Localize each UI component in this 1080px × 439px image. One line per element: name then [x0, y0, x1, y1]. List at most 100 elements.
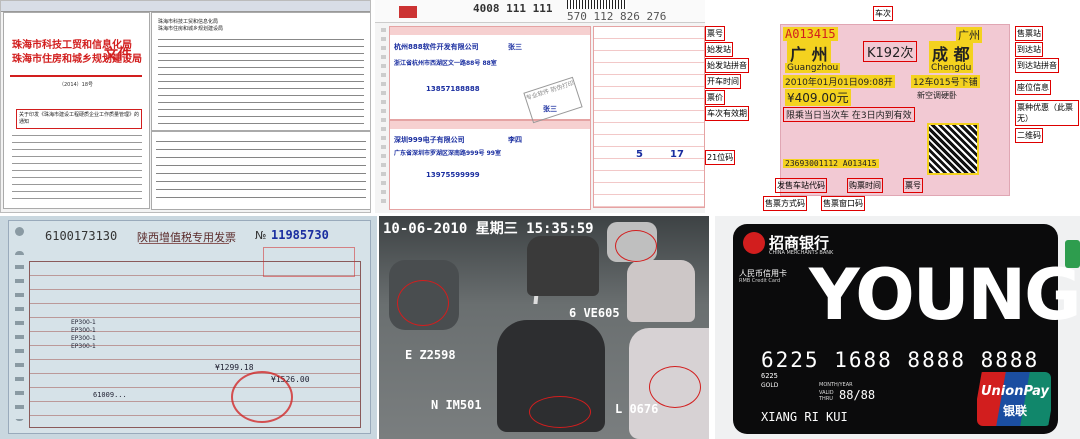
- tracking-number: 570 112 826 276: [567, 10, 667, 23]
- side-tab-icon: [1065, 240, 1080, 268]
- invoice-row: EP300-1: [71, 319, 96, 326]
- invoice-code: 6100173130: [45, 229, 118, 243]
- receiver-address: 广东省深圳市罗湖区深南路999号 99室: [394, 150, 501, 157]
- card-small-number: 6225: [761, 372, 778, 380]
- card-number: 6225 1688 8888 8888: [761, 348, 1040, 372]
- sender-phone: 13857188888: [426, 85, 480, 93]
- bank-logo-icon: [743, 232, 765, 254]
- car-white: [627, 260, 695, 322]
- callout-seat: 座位信息: [1015, 80, 1051, 95]
- log-lines: [156, 136, 366, 204]
- unionpay-logo: UnionPay 银联: [977, 372, 1051, 426]
- invoice-paper: 6100173130 陕西增值税专用发票 № 11985730 EP300-1 …: [8, 220, 371, 434]
- ticket-price: ¥409.00元: [785, 89, 851, 106]
- log-panel: [151, 131, 370, 210]
- callout-to: 到达站: [1015, 42, 1043, 57]
- waybill-header: 4008 111 111 570 112 826 276: [375, 0, 709, 23]
- seat-info: 12车015号下铺: [911, 75, 980, 88]
- callout-ticket-no-2: 票号: [903, 178, 923, 193]
- doc-subject: 关于印发《珠海市建设工程硬质企业工作质量管理》的通知: [16, 109, 142, 129]
- sender-address: 浙江省杭州市西湖区文一路88号 88室: [394, 60, 497, 67]
- sender-name: 张三: [508, 43, 522, 51]
- document-page-right: 珠海市科技工贸和信息化局 珠海市住房和城乡规划建设局: [151, 12, 370, 131]
- receiver-company: 深圳999电子有限公司: [394, 136, 465, 144]
- callout-price: 票价: [705, 90, 725, 105]
- callout-ticket-no: 票号: [705, 26, 725, 41]
- card-gold: GOLD: [761, 382, 779, 389]
- callout-from: 始发站: [705, 42, 733, 57]
- valid-thru-label: VALID THRU: [819, 390, 834, 402]
- punch-hole-icon: [15, 227, 24, 236]
- doc-header-line: 珠海市住房和城乡规划建设局: [158, 26, 224, 32]
- logo-icon: [399, 6, 417, 18]
- amount: ¥1299.18: [215, 363, 254, 372]
- perforation-left: [15, 251, 24, 421]
- callout-station-code: 发售车站代码: [775, 178, 827, 193]
- bank-card-panel: 招商银行 CHINA MERCHANTS BANK 人民币信用卡 RMB Cre…: [715, 216, 1080, 439]
- doc-header-line: 珠海市科技工贸和信息化局: [158, 19, 219, 25]
- document-panel: 珠海市科技工贸和信息化局 珠海市住房和城乡规划建设局 文件 （2014）18号 …: [0, 0, 371, 213]
- unionpay-cn: 银联: [1003, 404, 1028, 418]
- callout-discount: 票种优惠（此票无）: [1015, 100, 1079, 126]
- waybill-panel: 4008 111 111 570 112 826 276 杭州888软件开发有限…: [375, 0, 709, 213]
- doc-body-text: [12, 131, 142, 201]
- callout-21code: 21位码: [705, 150, 736, 165]
- window-titlebar: [1, 1, 370, 12]
- left-perforation: [381, 28, 386, 208]
- timestamp: 10-06-2010 星期三 15:35:59: [383, 221, 594, 237]
- invoice-rows: EP300-1 EP300-1 EP300-1 EP300-1: [71, 319, 251, 351]
- invoice-no-label: №: [255, 229, 267, 242]
- doc-right-body: [158, 35, 364, 125]
- plate-z2598: E Z2598: [405, 348, 456, 362]
- departure-time: 2010年01月01日09:08开: [783, 75, 895, 88]
- invoice-number: 11985730: [271, 228, 329, 242]
- ticket-no: A013415: [783, 27, 838, 41]
- to-pinyin: Chengdu: [929, 63, 974, 73]
- callout-validity: 车次有效期: [705, 106, 749, 121]
- callout-to-pinyin: 到达站拼音: [1015, 58, 1059, 73]
- service-block: 5 17: [593, 26, 705, 208]
- count-5: 5: [636, 149, 643, 160]
- card-holder: XIANG RI KUI: [761, 410, 848, 424]
- callout-departure: 开车时间: [705, 74, 741, 89]
- car-sedan-black: [527, 236, 599, 296]
- plate-l0676: L 0676: [615, 402, 659, 416]
- red-divider: [10, 75, 142, 77]
- detection-circle: [615, 230, 657, 262]
- doc-header-list: 珠海市科技工贸和信息化局 珠海市住房和城乡规划建设局: [158, 19, 223, 33]
- callout-from-pinyin: 始发站拼音: [705, 58, 749, 73]
- callout-purchase-time: 购票时间: [847, 178, 883, 193]
- service-grid: [594, 27, 704, 207]
- barcode: [567, 0, 627, 9]
- plate-im501: N IM501: [431, 398, 482, 412]
- invoice-row: EP300-1: [71, 335, 96, 342]
- brand-young: YOUNG: [809, 254, 1080, 336]
- detection-circle: [397, 280, 449, 326]
- callout-train-no: 车次: [873, 6, 893, 21]
- train-number: K192次: [863, 41, 918, 62]
- receiver-header: [390, 121, 590, 129]
- from-station: 广 州: [787, 41, 831, 65]
- train-ticket-panel: A013415 广州 广 州 K192次 成 都 Guangzhou Cheng…: [705, 0, 1080, 213]
- callout-window: 售票窗口码: [821, 196, 865, 211]
- traffic-camera-panel: 10-06-2010 星期三 15:35:59 6 VE605 E Z2598 …: [379, 216, 709, 439]
- receiver-name: 李四: [508, 136, 522, 144]
- seat-class: 新空调硬卧: [917, 91, 957, 100]
- card-type-en: RMB Credit Card: [739, 278, 781, 284]
- receiver-block: 深圳999电子有限公司 李四 广东省深圳市罗湖区深南路999号 99室 1397…: [389, 120, 591, 210]
- receiver-phone: 13975599999: [426, 171, 480, 179]
- sender-header: [390, 27, 590, 35]
- invoice-row: EP300-1: [71, 327, 96, 334]
- from-pinyin: Guangzhou: [785, 63, 841, 73]
- validity: 限乘当日当次车 在3日内到有效: [783, 107, 915, 122]
- detection-circle: [529, 396, 591, 428]
- title-underline: [139, 243, 229, 244]
- doc-number: （2014）18号: [58, 82, 94, 88]
- encrypted-area: [263, 247, 355, 277]
- seller-code: 61009...: [93, 391, 127, 399]
- expiry-date: 88/88: [839, 388, 876, 402]
- count-17: 17: [670, 149, 684, 160]
- ticket-body: A013415 广州 广 州 K192次 成 都 Guangzhou Cheng…: [780, 24, 1010, 196]
- qr-code: [927, 123, 979, 175]
- invoice-panel: 6100173130 陕西增值税专用发票 № 11985730 EP300-1 …: [0, 216, 377, 439]
